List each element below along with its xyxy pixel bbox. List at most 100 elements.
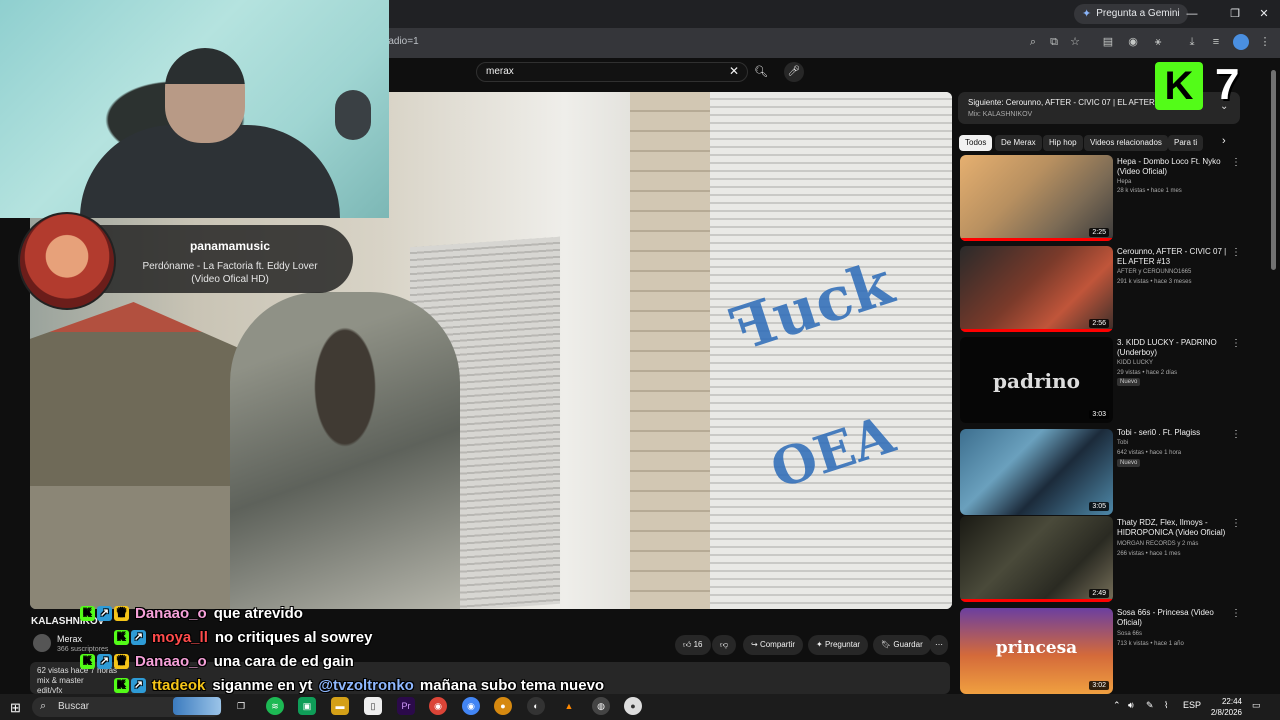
- now-playing-song-line1: Perdóname - La Factoria ft. Eddy Lover: [142, 261, 318, 272]
- close-icon[interactable]: ✕: [1255, 5, 1273, 23]
- tray-chevron-icon[interactable]: ⌃: [1113, 700, 1121, 711]
- zoom-icon[interactable]: ⌕: [1025, 34, 1041, 50]
- app-icon[interactable]: ▣: [298, 697, 316, 715]
- mic-icon[interactable]: 🎤︎: [784, 62, 804, 82]
- notifications-icon[interactable]: ▭: [1252, 700, 1261, 711]
- sub-badge-icon: ↗: [131, 629, 146, 645]
- chat-text: no critiques al sowrey: [214, 628, 373, 646]
- related-title[interactable]: Tobi - seri0 . Ft. Plagiss: [1117, 428, 1227, 438]
- related-meta: 28 k vistas • hace 1 mes: [1117, 188, 1182, 194]
- video-pillar: [630, 92, 710, 609]
- more-options-icon[interactable]: ⋮: [1231, 247, 1241, 258]
- related-title[interactable]: Hepa - Dombo Loco Ft. Nyko (Video Oficia…: [1117, 157, 1227, 177]
- volume-icon[interactable]: 🔊︎: [1128, 700, 1134, 711]
- task-view-icon[interactable]: ❐: [232, 697, 250, 715]
- more-options-icon[interactable]: ⋮: [1231, 429, 1241, 440]
- chip-de-merax[interactable]: De Merax: [995, 135, 1042, 151]
- gemini-button[interactable]: ✦ Pregunta a Gemini: [1074, 4, 1188, 24]
- language-indicator[interactable]: ESP: [1183, 700, 1201, 710]
- chat-text: que atrevido: [213, 604, 303, 622]
- premiere-icon[interactable]: Pr: [397, 697, 415, 715]
- file-explorer-icon[interactable]: ▬: [331, 697, 349, 715]
- now-playing-channel: panamamusic: [189, 239, 271, 253]
- chrome-icon[interactable]: ◉: [429, 697, 447, 715]
- star-icon[interactable]: ☆: [1067, 34, 1083, 50]
- maximize-icon[interactable]: ❐: [1226, 5, 1244, 23]
- profile-avatar[interactable]: [1233, 34, 1249, 50]
- related-thumbnail[interactable]: 3:05: [960, 429, 1113, 515]
- app-icon[interactable]: ●: [494, 697, 512, 715]
- notepad-icon[interactable]: ▯: [364, 697, 382, 715]
- audio-icon[interactable]: ◉: [1125, 34, 1141, 50]
- extensions-icon[interactable]: ⚹: [1150, 34, 1166, 50]
- related-meta: 642 vistas • hace 1 hora: [1117, 450, 1182, 456]
- more-options-icon[interactable]: ⋮: [1231, 518, 1241, 529]
- app-icon[interactable]: ●: [624, 697, 642, 715]
- app-icon[interactable]: ◐: [527, 697, 545, 715]
- related-thumbnail[interactable]: princesa 3:02: [960, 608, 1113, 694]
- related-thumbnail[interactable]: 2:56: [960, 246, 1113, 332]
- more-options-icon[interactable]: ⋮: [1231, 338, 1241, 349]
- chip-videos-relacionados[interactable]: Videos relacionados: [1084, 135, 1168, 151]
- video-person: [230, 292, 460, 609]
- app-icon[interactable]: ◍: [592, 697, 610, 715]
- minimize-icon[interactable]: —: [1183, 5, 1201, 23]
- chip-todos[interactable]: Todos: [959, 135, 993, 151]
- download-icon[interactable]: ⤓: [1184, 34, 1200, 50]
- search-input[interactable]: merax: [476, 62, 748, 82]
- kick-badge-icon: K: [80, 653, 95, 669]
- related-title[interactable]: Sosa 66s - Princesa (Video Oficial): [1117, 608, 1227, 628]
- clear-search-icon[interactable]: ✕: [729, 64, 739, 78]
- search-icon[interactable]: 🔍︎: [748, 62, 774, 82]
- gemini-icon: ✦: [1082, 8, 1092, 20]
- kick-logo-icon: K: [1155, 62, 1203, 110]
- channel-avatar[interactable]: [33, 634, 51, 652]
- spotify-icon[interactable]: ≋: [266, 697, 284, 715]
- more-actions-button[interactable]: ⋯: [930, 635, 948, 655]
- ask-button[interactable]: ✦ Preguntar: [808, 635, 869, 655]
- related-title[interactable]: Thaty RDZ, Flex, Ilmoys - HIDROPONICA (V…: [1117, 518, 1227, 538]
- related-title[interactable]: 3. KIDD LUCKY - PADRINO (Underboy): [1117, 338, 1227, 358]
- now-playing-song: Perdóname - La Factoria ft. Eddy Lover (…: [120, 260, 340, 286]
- related-thumbnail[interactable]: 2:49: [960, 516, 1113, 602]
- related-channel[interactable]: MORGAN RECORDS y 2 más: [1117, 539, 1227, 549]
- pen-icon[interactable]: ✎: [1146, 700, 1154, 711]
- related-thumbnail[interactable]: 2:25: [960, 155, 1113, 241]
- chevron-right-icon[interactable]: ›: [1222, 135, 1226, 147]
- save-button[interactable]: 🔖︎ Guardar: [873, 635, 931, 655]
- thumbnail-text: princesa: [995, 638, 1078, 658]
- related-channel[interactable]: Tobi: [1117, 438, 1227, 448]
- wifi-icon[interactable]: ⌇: [1164, 700, 1168, 711]
- chat-username: Danaao_o: [135, 604, 207, 622]
- cast-icon[interactable]: ⧉: [1046, 34, 1062, 50]
- windows-start-icon[interactable]: ⊞: [10, 700, 21, 716]
- duration: 3:02: [1089, 681, 1109, 690]
- share-button[interactable]: ↪ Compartir: [743, 635, 804, 655]
- playlist-icon[interactable]: ≡: [1208, 34, 1224, 50]
- like-button[interactable]: 👍︎ 16: [675, 635, 711, 655]
- related-meta: 713 k vistas • hace 1 año: [1117, 641, 1184, 647]
- chip-hip-hop[interactable]: Hip hop: [1043, 135, 1083, 151]
- dislike-button[interactable]: 👎︎: [712, 635, 737, 655]
- duration: 2:56: [1089, 319, 1109, 328]
- system-clock[interactable]: 22:44 2/8/2026: [1200, 696, 1242, 718]
- channel-name[interactable]: Merax: [57, 634, 82, 644]
- tabs-icon[interactable]: ▤: [1100, 34, 1116, 50]
- more-options-icon[interactable]: ⋮: [1231, 608, 1241, 619]
- vlc-icon[interactable]: ▲: [560, 697, 578, 715]
- related-channel[interactable]: KIDD LUCKY: [1117, 358, 1227, 368]
- menu-icon[interactable]: ⋮: [1257, 34, 1273, 50]
- more-options-icon[interactable]: ⋮: [1231, 157, 1241, 168]
- search-highlight-image[interactable]: [173, 697, 221, 715]
- screen: ✦ Pregunta a Gemini — ❐ ✕ radio=1 ⌕ ⧉ ☆ ▤…: [0, 0, 1280, 720]
- related-channel[interactable]: Sosa 66s: [1117, 629, 1227, 639]
- chrome-active-icon[interactable]: ◉: [462, 697, 480, 715]
- chat-text: una cara de ed gain: [213, 652, 354, 670]
- related-thumbnail[interactable]: padrino 3:03: [960, 337, 1113, 423]
- chip-para-ti[interactable]: Para ti: [1168, 135, 1204, 151]
- search-icon: ⌕: [40, 700, 47, 712]
- related-title[interactable]: Cerounno, AFTER - CIVIC 07 | EL AFTER #1…: [1117, 247, 1227, 267]
- scrollbar[interactable]: [1271, 70, 1276, 270]
- related-channel[interactable]: AFTER y CEROUNNO1665: [1117, 267, 1227, 277]
- webcam-overlay: [0, 0, 389, 218]
